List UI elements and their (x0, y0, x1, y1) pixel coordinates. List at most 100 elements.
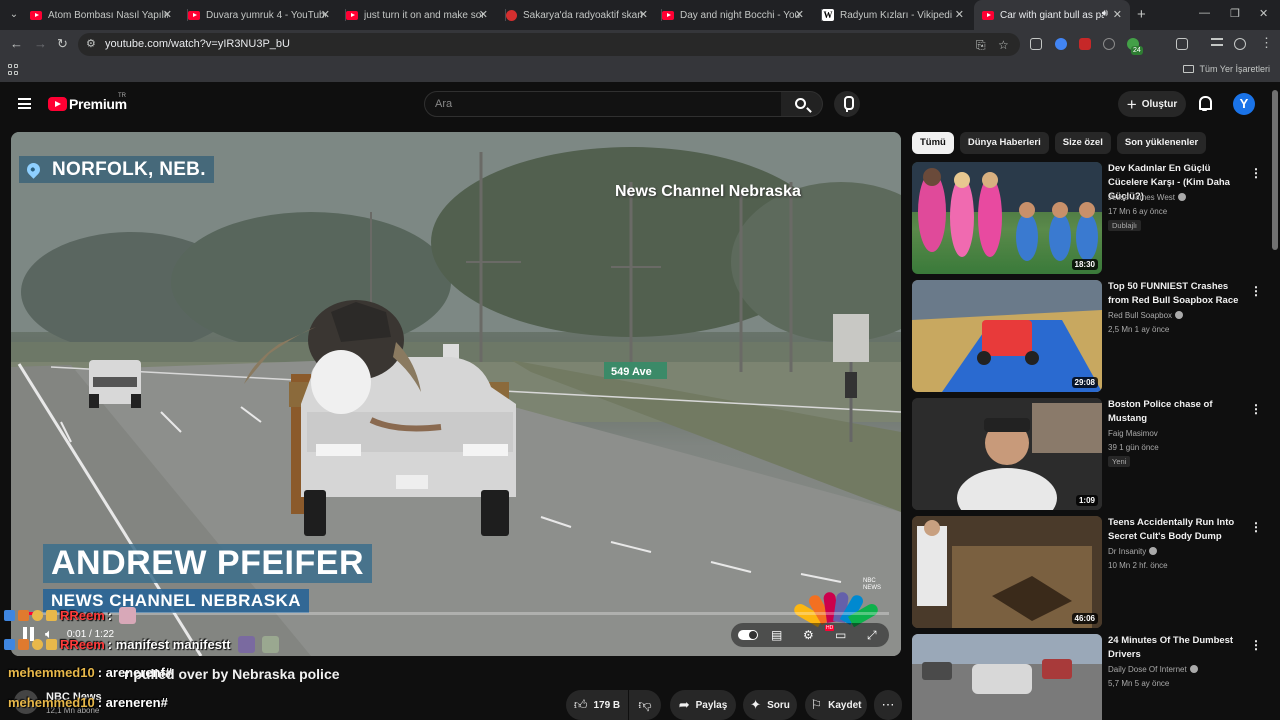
recommendation-channel[interactable]: Dr Insanity (1108, 547, 1158, 556)
address-bar[interactable]: ⚙︎ youtube.com/watch?v=yIR3NU3P_bU ⎘ ☆ (78, 33, 1020, 56)
recommendation-title[interactable]: Teens Accidentally Run Into Secret Cult'… (1108, 516, 1240, 544)
restore-button[interactable]: ❐ (1230, 7, 1240, 20)
browser-tab[interactable]: just turn it on and make somet ✕ (345, 0, 496, 30)
browser-tab[interactable]: Atom Bombası Nasıl Yapılır? #s ✕ (30, 0, 180, 30)
recommendation-title[interactable]: 24 Minutes Of The Dumbest Drivers (1108, 634, 1240, 662)
dislike-button[interactable]: 👎︎ (629, 690, 661, 720)
close-window-button[interactable]: ✕ (1259, 7, 1268, 20)
chip-recent[interactable]: Son yüklenenler (1116, 132, 1207, 154)
back-arrow-icon[interactable]: ← (10, 36, 23, 51)
youtube-logo[interactable]: Premium TR (48, 93, 127, 112)
close-icon[interactable]: ✕ (1113, 8, 1122, 21)
page-scrollbar[interactable] (1272, 90, 1278, 250)
recommendation-meta: 17 Mn 6 ay önce (1108, 207, 1168, 216)
channel-label: Daily Dose Of Internet (1108, 665, 1187, 674)
close-icon[interactable]: ✕ (639, 8, 648, 21)
extension-icon[interactable] (1079, 38, 1091, 50)
video-player[interactable]: 549 Ave NORFOLK, NEB. News Channel Nebra… (11, 132, 901, 656)
search-button[interactable] (781, 91, 823, 117)
theater-mode-icon[interactable]: ▭ (835, 628, 846, 642)
like-button[interactable]: 👍︎ 179 B (566, 690, 628, 720)
create-label: Oluştur (1141, 98, 1178, 110)
site-info-icon[interactable]: ⚙︎ (86, 37, 96, 50)
extension-icon[interactable] (1030, 38, 1042, 50)
more-options-icon[interactable]: ⋮ (1250, 520, 1262, 534)
subtitles-icon[interactable]: ▤ (771, 628, 782, 642)
new-tab-button[interactable]: + (1137, 6, 1146, 23)
microphone-icon[interactable] (834, 91, 860, 117)
save-button[interactable]: ⚐ Kaydet (805, 690, 867, 720)
browser-tab[interactable]: W Radyum Kızları - Vikipedi ✕ (821, 0, 972, 30)
media-control-icon[interactable] (1211, 38, 1223, 46)
more-options-icon[interactable]: ⋮ (1250, 402, 1262, 416)
close-icon[interactable]: ✕ (163, 8, 172, 21)
recommendation-item[interactable]: 46:06 Teens Accidentally Run Into Secret… (912, 516, 1272, 628)
notifications-bell-icon[interactable] (1198, 96, 1212, 111)
profile-icon[interactable] (1234, 38, 1246, 50)
extension-icon[interactable] (1103, 38, 1115, 50)
tab-search-button[interactable]: ⌄ (4, 5, 24, 25)
recommendation-item[interactable]: 29:08 Top 50 FUNNIEST Crashes from Red B… (912, 280, 1272, 392)
search-placeholder: Ara (435, 98, 453, 110)
browser-tab[interactable]: Sakarya'da radyoaktif skandal! ✕ (505, 0, 656, 30)
chat-message: mehemmed10 : areneren# (8, 695, 168, 710)
recommendation-title[interactable]: Top 50 FUNNIEST Crashes from Red Bull So… (1108, 280, 1240, 308)
recommendation-item[interactable]: 1:09 Boston Police chase of Mustang Faig… (912, 398, 1272, 510)
emote-icon (237, 636, 255, 653)
recommendation-item[interactable]: 24 Minutes Of The Dumbest Drivers Daily … (912, 634, 1272, 720)
browser-tab[interactable]: Duvara yumruk 4 - YouTube ✕ (187, 0, 338, 30)
close-icon[interactable]: ✕ (955, 8, 964, 21)
settings-gear-icon[interactable]: ⚙︎ (803, 628, 814, 642)
autoplay-toggle[interactable] (738, 630, 758, 640)
menu-dots-icon[interactable]: ⋮ (1260, 35, 1273, 51)
ask-button[interactable]: ✦ Soru (743, 690, 797, 720)
close-icon[interactable]: ✕ (321, 8, 330, 21)
bookmark-star-icon[interactable]: ☆ (998, 38, 1009, 52)
logo-country: TR (118, 93, 126, 99)
chat-username: RReem (60, 608, 105, 623)
forward-arrow-icon[interactable]: → (34, 36, 47, 51)
video-thumbnail[interactable]: 29:08 (912, 280, 1102, 392)
video-thumbnail[interactable]: 46:06 (912, 516, 1102, 628)
tab-title: Sakarya'da radyoaktif skandal! (523, 9, 643, 21)
recommendation-title[interactable]: Boston Police chase of Mustang (1108, 398, 1240, 426)
video-thumbnail[interactable] (912, 634, 1102, 720)
browser-tab[interactable]: Day and night Bocchi - YouTub ✕ (661, 0, 812, 30)
video-thumbnail[interactable]: 1:09 (912, 398, 1102, 510)
more-options-icon[interactable]: ⋮ (1250, 638, 1262, 652)
all-bookmarks-button[interactable]: Tüm Yer İşaretleri (1183, 64, 1270, 74)
chip-world-news[interactable]: Dünya Haberleri (959, 132, 1049, 154)
recommendation-channel[interactable]: Daily Dose Of Internet (1108, 665, 1198, 674)
browser-tab-active[interactable]: Car with giant bull as passe 🔊︎ ✕ (974, 0, 1130, 30)
search-input[interactable]: Ara (424, 91, 782, 117)
speaker-icon[interactable]: 🔊︎ (1102, 8, 1108, 19)
more-actions-button[interactable]: ⋯ (874, 690, 902, 720)
chat-username: RReem (60, 637, 105, 652)
share-button[interactable]: ➦ Paylaş (670, 690, 736, 720)
chat-badge-icon (4, 639, 15, 650)
install-icon[interactable]: ⎘ (976, 38, 986, 53)
avatar[interactable]: Y (1233, 93, 1255, 115)
progress-bar[interactable] (23, 612, 889, 615)
recommendation-channel[interactable]: Jesse James West (1108, 193, 1186, 202)
station-watermark: News Channel Nebraska (615, 183, 801, 200)
chip-for-you[interactable]: Size özel (1054, 132, 1111, 154)
recommendation-channel[interactable]: Red Bull Soapbox (1108, 311, 1184, 320)
recommendation-item[interactable]: 18:30 Dev Kadınlar En Güçlü Cücelere Kar… (912, 162, 1272, 274)
video-thumbnail[interactable]: 18:30 (912, 162, 1102, 274)
extensions-puzzle-icon[interactable] (1176, 38, 1188, 50)
recommendation-channel[interactable]: Faig Masimov (1108, 429, 1158, 438)
minimize-button[interactable]: — (1199, 7, 1210, 19)
chip-all[interactable]: Tümü (912, 132, 954, 154)
extension-icon[interactable] (1055, 38, 1067, 50)
create-button[interactable]: + Oluştur (1118, 91, 1186, 117)
more-options-icon[interactable]: ⋮ (1250, 284, 1262, 298)
more-options-icon[interactable]: ⋮ (1250, 166, 1262, 180)
reload-icon[interactable]: ↻ (57, 36, 68, 52)
apps-grid-icon[interactable] (8, 64, 19, 75)
menu-icon[interactable] (18, 98, 31, 109)
close-icon[interactable]: ✕ (795, 8, 804, 21)
close-icon[interactable]: ✕ (479, 8, 488, 21)
more-dots-icon: ⋯ (881, 697, 895, 712)
fullscreen-icon[interactable]: ⤢ (867, 628, 877, 643)
